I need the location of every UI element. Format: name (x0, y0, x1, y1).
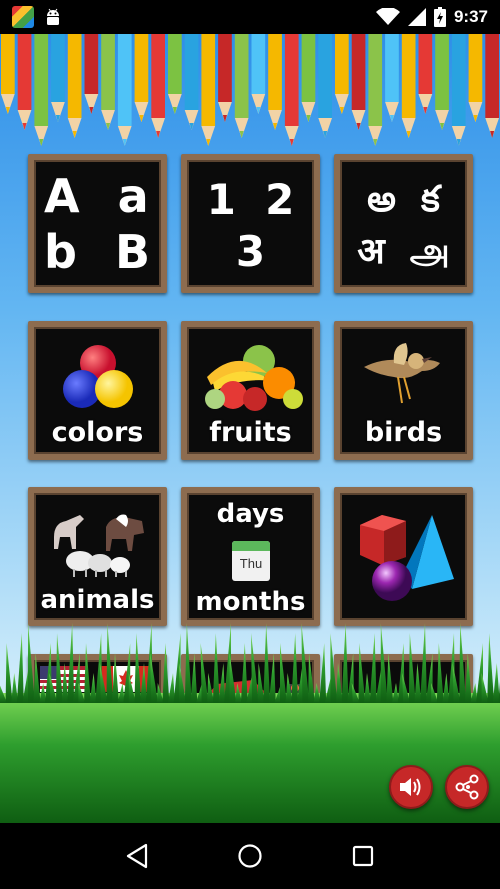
app-main-area: A a b B 1 2 3 అ క अ அ colors fruits bird… (0, 34, 500, 823)
alphabet-line-2: b B (44, 225, 153, 279)
share-button[interactable] (445, 765, 489, 809)
tile-animals[interactable]: animals (28, 487, 167, 626)
cell-signal-icon (407, 8, 426, 26)
tile-shapes[interactable] (334, 487, 473, 626)
farm-animals-icon (54, 514, 144, 577)
navigation-bar (0, 823, 500, 889)
tile-birds[interactable]: birds (334, 321, 473, 460)
scripts-line-1: అ క (367, 179, 440, 220)
back-icon (126, 843, 147, 869)
tile-days-label: days (216, 499, 285, 529)
recents-icon (353, 845, 374, 867)
nav-home-button[interactable] (230, 836, 270, 876)
android-debug-icon (47, 8, 59, 25)
battery-icon (433, 7, 446, 27)
tile-alphabet[interactable]: A a b B (28, 154, 167, 293)
tile-birds-label: birds (364, 417, 443, 448)
status-time: 9:37 (453, 7, 488, 26)
sound-toggle-button[interactable] (389, 765, 433, 809)
calendar-day-text: Thu (239, 556, 263, 571)
share-icon (455, 774, 479, 800)
bird-icon (364, 343, 440, 404)
tile-languages[interactable]: అ క अ அ (334, 154, 473, 293)
tile-colors-label: colors (51, 417, 144, 448)
fruits-icon (205, 345, 303, 411)
tile-fruits-label: fruits (209, 417, 292, 448)
tile-months-label: months (195, 587, 306, 617)
numbers-line-1: 1 2 (206, 175, 295, 224)
scripts-line-2: अ அ (357, 231, 450, 272)
nav-recents-button[interactable] (343, 836, 383, 876)
speaker-icon (400, 778, 421, 796)
wifi-icon (375, 8, 400, 25)
color-balls-icon (63, 345, 133, 408)
tile-days-months[interactable]: days Thu months (181, 487, 320, 626)
numbers-line-2: 3 (235, 227, 266, 276)
nav-back-button[interactable] (117, 836, 157, 876)
status-bar: 9:37 (0, 0, 500, 34)
tile-animals-label: animals (40, 585, 155, 615)
tile-numbers[interactable]: 1 2 3 (181, 154, 320, 293)
alphabet-line-1: A a (44, 169, 151, 223)
app-notification-icon (12, 6, 34, 28)
shapes-icon (360, 515, 454, 601)
tile-fruits[interactable]: fruits (181, 321, 320, 460)
calendar-icon: Thu (232, 541, 270, 581)
tile-colors[interactable]: colors (28, 321, 167, 460)
home-icon (238, 844, 262, 868)
